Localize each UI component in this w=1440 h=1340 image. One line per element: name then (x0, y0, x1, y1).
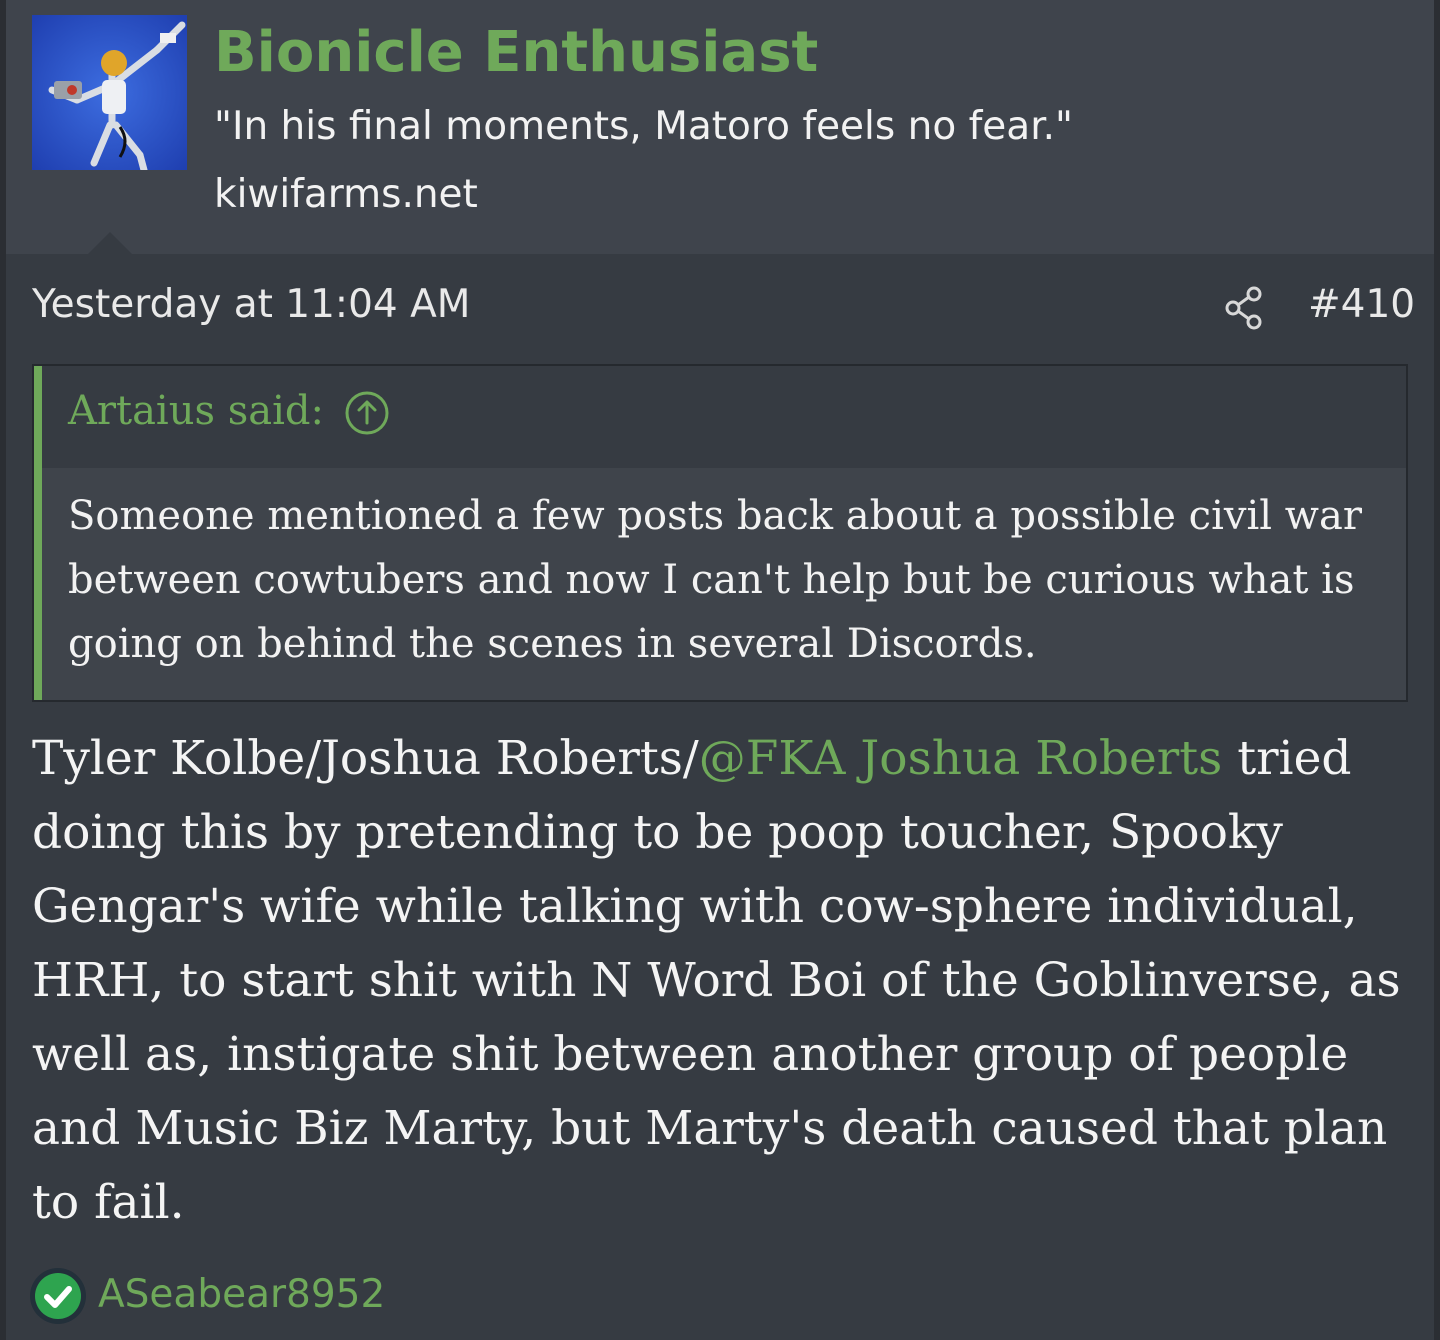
post-body: Tyler Kolbe/Joshua Roberts/@FKA Joshua R… (32, 722, 1412, 1240)
arrow-up-glyph (345, 391, 389, 435)
author-username[interactable]: Bionicle Enthusiast (214, 20, 818, 85)
reaction-username[interactable]: ASeabear8952 (98, 1272, 385, 1317)
check-glyph (30, 1268, 86, 1324)
quote-text: Someone mentioned a few posts back about… (68, 493, 1362, 667)
quote-block: Artaius said: Someone mentioned a few po… (32, 364, 1408, 702)
quote-accent-bar (34, 366, 42, 700)
author-title: "In his final moments, Matoro feels no f… (214, 104, 1073, 149)
post-timestamp[interactable]: Yesterday at 11:04 AM (32, 282, 470, 327)
forum-post: Bionicle Enthusiast "In his final moment… (6, 0, 1434, 1340)
user-header: Bionicle Enthusiast "In his final moment… (6, 0, 1434, 254)
author-site: kiwifarms.net (214, 172, 478, 217)
user-avatar[interactable] (32, 15, 187, 170)
user-mention-link[interactable]: @FKA Joshua Roberts (699, 731, 1223, 786)
post-number-link[interactable]: #410 (1308, 282, 1415, 327)
quote-author[interactable]: Artaius said: (68, 388, 324, 434)
post-body-text-end: tried doing this by pretending to be poo… (32, 731, 1401, 1230)
header-pointer (88, 232, 132, 254)
share-glyph (1225, 286, 1262, 330)
share-icon[interactable] (1224, 286, 1266, 330)
avatar-image (32, 15, 187, 170)
quote-header: Artaius said: (42, 366, 1406, 468)
check-circle-icon[interactable] (28, 1266, 88, 1326)
arrow-up-circle-icon[interactable] (344, 390, 390, 436)
post-body-text-start: Tyler Kolbe/Joshua Roberts/ (32, 731, 699, 786)
